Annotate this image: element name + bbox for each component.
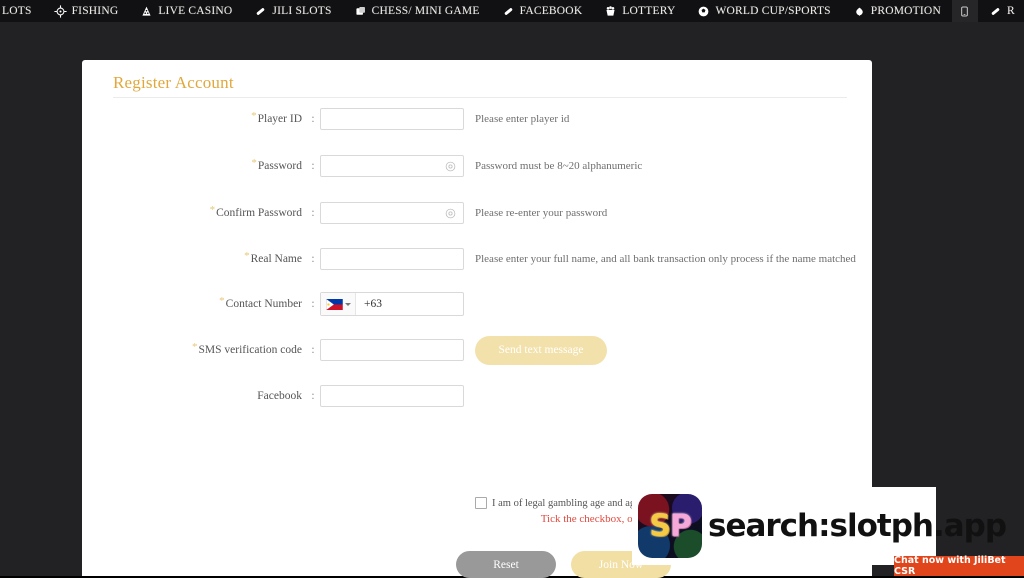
nav-item-world-cup-sports[interactable]: WORLD CUP/SPORTS bbox=[686, 0, 841, 22]
page-title: Register Account bbox=[113, 73, 234, 92]
rebate-icon bbox=[989, 5, 1002, 18]
nav-item-slots[interactable]: LOTS bbox=[0, 0, 43, 22]
facebook-input[interactable] bbox=[321, 386, 463, 406]
nav-item-label: FACEBOOK bbox=[519, 5, 583, 17]
title-divider bbox=[113, 97, 847, 98]
lottery-icon bbox=[604, 5, 617, 18]
nav-item-rebate[interactable]: R bbox=[978, 0, 1024, 22]
sms-code-input-wrap[interactable] bbox=[320, 339, 464, 361]
slotph-logo-icon: SP bbox=[638, 494, 702, 558]
confirm-password-input[interactable] bbox=[321, 203, 463, 223]
soccer-ball-icon bbox=[697, 5, 710, 18]
password-hint: Password must be 8~20 alphanumeric bbox=[475, 160, 643, 172]
reset-button[interactable]: Reset bbox=[456, 551, 556, 578]
watermark-text: search:slotph.app bbox=[708, 508, 1007, 544]
eye-toggle-icon[interactable] bbox=[444, 160, 457, 173]
required-asterisk-icon: * bbox=[219, 295, 225, 307]
player-id-label: *Player ID bbox=[251, 110, 302, 125]
form-row-facebook: Facebook : bbox=[82, 383, 872, 409]
facebook-icon bbox=[502, 5, 515, 18]
real-name-input-wrap[interactable] bbox=[320, 248, 464, 270]
required-asterisk-icon: * bbox=[251, 110, 257, 122]
required-asterisk-icon: * bbox=[209, 204, 216, 216]
site-watermark: SP search:slotph.app bbox=[632, 487, 1007, 565]
top-navigation-bar: LOTS FISHING LIVE CASINO JILI SLOTS CHES… bbox=[0, 0, 1024, 22]
fishing-target-icon bbox=[53, 4, 67, 18]
contact-number-group[interactable]: +63 bbox=[320, 292, 464, 316]
promotion-icon bbox=[853, 5, 866, 18]
form-row-confirm-password: *Confirm Password : Please re-enter your… bbox=[82, 200, 872, 226]
label-colon: : bbox=[311, 390, 315, 402]
label-colon: : bbox=[311, 253, 315, 265]
label-colon: : bbox=[311, 113, 315, 125]
nav-item-label: LIVE CASINO bbox=[158, 5, 233, 17]
label-colon: : bbox=[311, 298, 315, 310]
nav-item-label: FISHING bbox=[71, 5, 119, 17]
label-colon: : bbox=[311, 207, 315, 219]
mobile-phone-icon[interactable] bbox=[951, 0, 978, 22]
nav-item-label: JILI SLOTS bbox=[272, 5, 332, 17]
required-asterisk-icon: * bbox=[192, 341, 198, 353]
philippines-flag-icon bbox=[325, 298, 343, 310]
nav-item-label: WORLD CUP/SPORTS bbox=[715, 5, 831, 17]
nav-item-label: LOTTERY bbox=[622, 5, 676, 17]
send-text-message-button[interactable]: Send text message bbox=[475, 335, 607, 365]
nav-item-label: PROMOTION bbox=[870, 5, 941, 17]
contact-number-label: *Contact Number bbox=[219, 295, 302, 310]
player-id-input-wrap[interactable] bbox=[320, 108, 464, 130]
form-row-sms-code: *SMS verification code : Send text messa… bbox=[82, 335, 872, 365]
nav-item-label: LOTS bbox=[2, 5, 32, 17]
real-name-hint: Please enter your full name, and all ban… bbox=[475, 253, 856, 265]
confirm-password-hint: Please re-enter your password bbox=[475, 207, 608, 219]
nav-item-chess-mini-game[interactable]: CHESS/ MINI GAME bbox=[343, 0, 491, 22]
chat-now-bar[interactable]: Chat now with JiliBet CSR bbox=[894, 555, 1024, 577]
form-row-password: *Password : Password must be 8~20 alphan… bbox=[82, 153, 872, 179]
nav-item-lottery[interactable]: LOTTERY bbox=[593, 0, 686, 22]
nav-item-jili-slots[interactable]: JILI SLOTS bbox=[243, 0, 342, 22]
eye-toggle-icon[interactable] bbox=[444, 207, 457, 220]
facebook-input-wrap[interactable] bbox=[320, 385, 464, 407]
nav-item-fishing[interactable]: FISHING bbox=[43, 0, 130, 22]
form-row-player-id: *Player ID : Please enter player id bbox=[82, 106, 872, 132]
facebook-label: Facebook bbox=[257, 390, 302, 402]
live-casino-icon bbox=[140, 5, 153, 18]
chevron-down-icon bbox=[344, 302, 351, 306]
password-input[interactable] bbox=[321, 156, 463, 176]
password-label: *Password bbox=[251, 157, 302, 172]
nav-item-label: CHESS/ MINI GAME bbox=[371, 5, 480, 17]
player-id-input[interactable] bbox=[321, 109, 463, 129]
chess-mini-game-icon bbox=[354, 5, 367, 18]
country-dial-code: +63 bbox=[364, 298, 382, 310]
confirm-password-input-wrap[interactable] bbox=[320, 202, 464, 224]
label-colon: : bbox=[311, 160, 315, 172]
logo-letter-p: P bbox=[669, 508, 692, 544]
confirm-password-label: *Confirm Password bbox=[209, 204, 302, 219]
sms-code-label: *SMS verification code bbox=[192, 341, 302, 356]
player-id-hint: Please enter player id bbox=[475, 113, 570, 125]
logo-letter-s: S bbox=[649, 508, 671, 544]
form-row-real-name: *Real Name : Please enter your full name… bbox=[82, 246, 872, 272]
jili-slots-icon bbox=[254, 5, 267, 18]
nav-item-live-casino[interactable]: LIVE CASINO bbox=[129, 0, 243, 22]
form-row-contact-number: *Contact Number : +63 bbox=[82, 291, 872, 317]
label-colon: : bbox=[311, 344, 315, 356]
required-asterisk-icon: * bbox=[244, 250, 250, 262]
country-code-selector[interactable] bbox=[321, 293, 356, 315]
sms-code-input[interactable] bbox=[321, 340, 463, 360]
agreement-checkbox[interactable] bbox=[475, 497, 487, 509]
nav-item-facebook[interactable]: FACEBOOK bbox=[491, 0, 594, 22]
required-asterisk-icon: * bbox=[251, 157, 257, 169]
real-name-input[interactable] bbox=[321, 249, 463, 269]
password-input-wrap[interactable] bbox=[320, 155, 464, 177]
nav-item-promotion[interactable]: PROMOTION bbox=[842, 0, 952, 22]
real-name-label: *Real Name bbox=[244, 250, 302, 265]
nav-item-label: R bbox=[1006, 5, 1015, 17]
